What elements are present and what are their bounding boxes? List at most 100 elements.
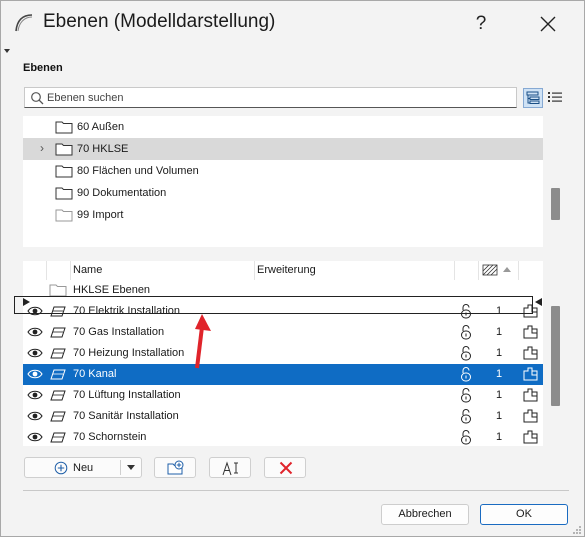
close-icon — [540, 16, 556, 32]
folder-outline-icon — [55, 209, 73, 222]
drop-indicator-left-icon — [23, 298, 30, 306]
dropdown-separator — [120, 460, 121, 475]
unlock-icon[interactable] — [460, 409, 472, 424]
rename-button[interactable] — [209, 457, 251, 478]
table-row[interactable]: 70 Lüftung Installation 1 — [23, 385, 543, 406]
title-bar: Ebenen (Modelldarstellung) ? — [1, 1, 584, 45]
layer-stack-icon[interactable] — [523, 346, 538, 360]
unlock-icon[interactable] — [460, 388, 472, 403]
layer-name: 70 Heizung Installation — [73, 347, 185, 359]
tree-item-label: 90 Dokumentation — [77, 187, 167, 199]
close-button[interactable] — [524, 9, 572, 39]
search-icon — [31, 92, 44, 105]
tree-view-button[interactable] — [523, 88, 543, 108]
tree-item[interactable]: 90 Dokumentation — [23, 182, 543, 204]
layers-dialog: Ebenen (Modelldarstellung) ? Ebenen Eben… — [0, 0, 585, 537]
resize-grip-icon[interactable] — [572, 525, 582, 535]
folder-outline-icon — [49, 284, 67, 297]
table-row[interactable]: 70 Kanal 1 — [23, 364, 543, 385]
eye-icon[interactable] — [27, 389, 43, 401]
app-logo-icon — [15, 14, 33, 32]
table-row[interactable]: 70 Heizung Installation 1 — [23, 343, 543, 364]
eye-icon[interactable] — [27, 347, 43, 359]
layer-folder-tree: 60 Außen › 70 HKLSE 80 Flächen und Volum… — [23, 116, 543, 247]
list-view-icon — [548, 92, 562, 102]
layer-name: 70 Kanal — [73, 368, 117, 380]
layer-name: 70 Lüftung Installation — [73, 389, 181, 401]
folder-icon — [55, 121, 73, 134]
layer-table: Name Erweiterung HKLSE Ebenen 70 Elektri… — [23, 261, 543, 446]
layer-plane-icon[interactable] — [50, 327, 66, 338]
header-type[interactable] — [47, 261, 71, 280]
new-folder-button[interactable] — [154, 457, 196, 478]
layer-stack-icon[interactable] — [523, 367, 538, 381]
intersection-group-number[interactable]: 1 — [496, 431, 502, 443]
header-intersection-group[interactable] — [479, 261, 519, 280]
layer-plane-icon[interactable] — [50, 369, 66, 380]
header-name[interactable]: Name — [71, 261, 255, 280]
eye-icon[interactable] — [27, 326, 43, 338]
tree-item[interactable]: › 70 HKLSE — [23, 138, 543, 160]
unlock-icon[interactable] — [460, 346, 472, 361]
intersection-group-number[interactable]: 1 — [496, 389, 502, 401]
chevron-down-icon[interactable] — [126, 464, 136, 472]
eye-icon[interactable] — [27, 431, 43, 443]
table-scrollbar-thumb[interactable] — [551, 306, 560, 406]
intersection-group-number[interactable]: 1 — [496, 410, 502, 422]
intersection-group-number[interactable]: 1 — [496, 326, 502, 338]
cancel-button[interactable]: Abbrechen — [381, 504, 469, 525]
add-circle-icon — [54, 461, 68, 475]
tree-item[interactable]: 60 Außen — [23, 116, 543, 138]
new-button-label: Neu — [73, 462, 94, 474]
group-label: HKLSE Ebenen — [73, 284, 151, 296]
unlock-icon[interactable] — [460, 430, 472, 445]
table-row[interactable]: 70 Schornstein 1 — [23, 427, 543, 448]
intersection-group-number[interactable]: 1 — [496, 347, 502, 359]
layer-name: 70 Sanitär Installation — [73, 410, 179, 422]
layer-name: 70 Schornstein — [73, 431, 147, 443]
tree-item-label: 60 Außen — [77, 121, 125, 133]
header-lock[interactable] — [455, 261, 479, 280]
chevron-right-icon[interactable]: › — [40, 141, 44, 155]
header-extension[interactable]: Erweiterung — [255, 261, 455, 280]
unlock-icon[interactable] — [460, 325, 472, 340]
options-menu-caret-icon[interactable] — [4, 49, 10, 53]
header-visibility[interactable] — [23, 261, 47, 280]
tree-item[interactable]: 80 Flächen und Volumen — [23, 160, 543, 182]
table-header: Name Erweiterung — [23, 261, 543, 280]
new-folder-icon — [167, 460, 184, 475]
window-title: Ebenen (Modelldarstellung) — [43, 11, 276, 32]
ok-button[interactable]: OK — [480, 504, 568, 525]
rename-text-icon — [222, 461, 238, 476]
search-box[interactable] — [24, 87, 517, 108]
help-button[interactable]: ? — [459, 9, 503, 39]
layer-plane-icon[interactable] — [50, 348, 66, 359]
layer-stack-icon[interactable] — [523, 325, 538, 339]
layer-plane-icon[interactable] — [50, 390, 66, 401]
intersection-group-number[interactable]: 1 — [496, 368, 502, 380]
tree-scrollbar-thumb[interactable] — [551, 188, 560, 220]
layer-plane-icon[interactable] — [50, 411, 66, 422]
red-arrow-annotation-icon — [195, 314, 211, 369]
eye-icon[interactable] — [27, 368, 43, 380]
layer-name: 70 Gas Installation — [73, 326, 165, 338]
folder-tree-view-icon — [526, 91, 540, 104]
layer-stack-icon[interactable] — [523, 409, 538, 423]
tree-item-label: 70 HKLSE — [77, 143, 129, 155]
tree-item[interactable]: 99 Import — [23, 204, 543, 226]
drop-indicator — [14, 296, 533, 314]
table-row[interactable]: 70 Sanitär Installation 1 — [23, 406, 543, 427]
header-layer-combination[interactable] — [519, 261, 543, 280]
list-view-button[interactable] — [546, 88, 566, 108]
drop-indicator-right-icon — [535, 298, 542, 306]
delete-button[interactable] — [264, 457, 306, 478]
table-row[interactable]: 70 Gas Installation 1 — [23, 322, 543, 343]
layer-plane-icon[interactable] — [50, 432, 66, 443]
layer-stack-icon[interactable] — [523, 388, 538, 402]
folder-icon — [55, 143, 73, 156]
eye-icon[interactable] — [27, 410, 43, 422]
new-layer-split-button[interactable]: Neu — [24, 457, 142, 478]
layer-stack-icon[interactable] — [523, 430, 538, 444]
unlock-icon[interactable] — [460, 367, 472, 382]
search-input[interactable] — [47, 89, 507, 106]
